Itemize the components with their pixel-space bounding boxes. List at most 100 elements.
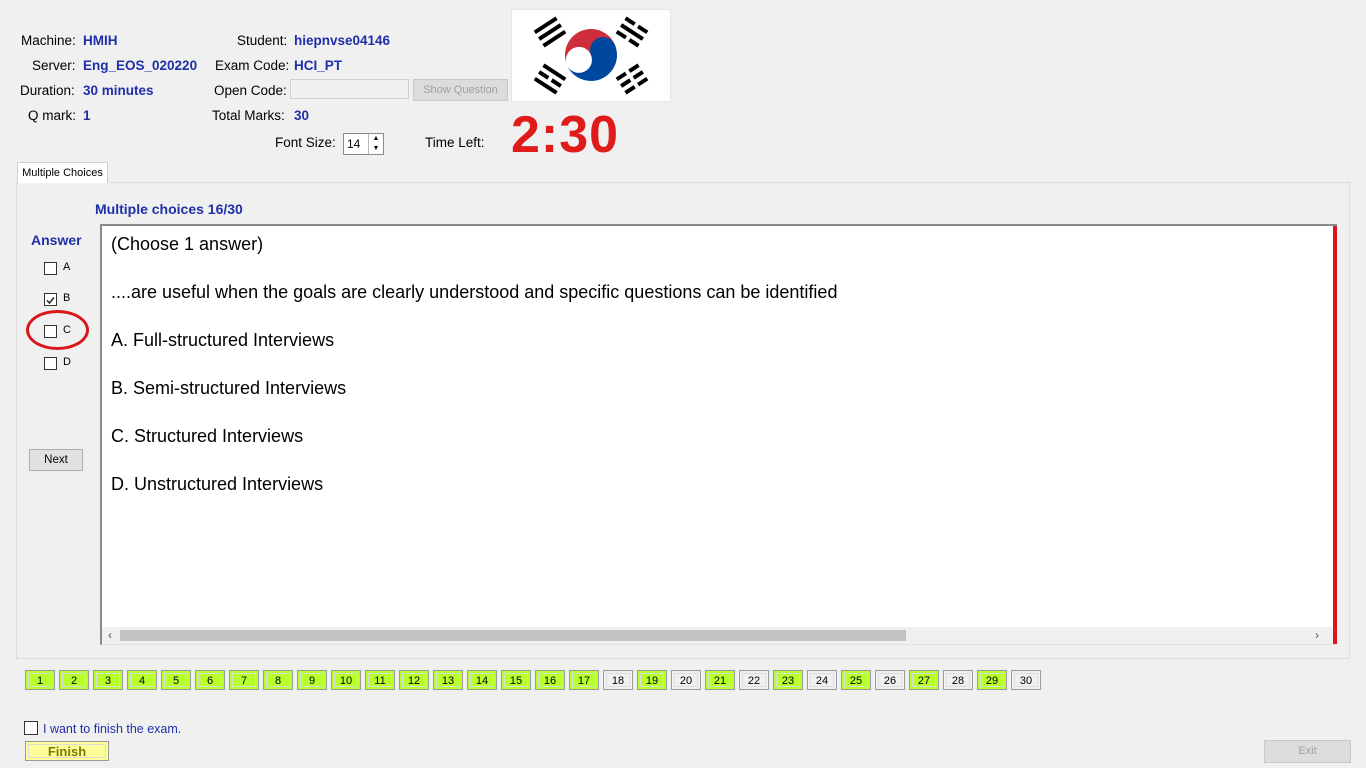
question-nav-button-14[interactable]: 14 — [467, 670, 497, 690]
horizontal-scrollbar[interactable]: ‹ › — [102, 627, 1333, 644]
question-nav-number: 3 — [96, 673, 120, 687]
student-value: hiepnvse04146 — [294, 33, 391, 48]
question-nav-number: 24 — [810, 673, 834, 687]
question-nav-button-22[interactable]: 22 — [739, 670, 769, 690]
question-nav-number: 4 — [130, 673, 154, 687]
finish-confirm-label: I want to finish the exam. — [43, 722, 182, 736]
totalmarks-value: 30 — [294, 108, 310, 123]
question-nav-button-7[interactable]: 7 — [229, 670, 259, 690]
question-nav-number: 21 — [708, 673, 732, 687]
machine-label: Machine: — [21, 33, 76, 48]
stepper-up-icon[interactable]: ▲ — [368, 134, 383, 144]
answer-label-d: D — [63, 356, 71, 368]
next-button[interactable]: Next — [29, 449, 83, 471]
exit-button[interactable]: Exit — [1264, 740, 1351, 763]
stepper-down-icon[interactable]: ▼ — [368, 144, 383, 154]
question-nav-button-9[interactable]: 9 — [297, 670, 327, 690]
finish-button[interactable]: Finish — [25, 741, 109, 761]
question-nav-button-1[interactable]: 1 — [25, 670, 55, 690]
question-nav-number: 28 — [946, 673, 970, 687]
question-nav-button-19[interactable]: 19 — [637, 670, 667, 690]
question-nav-number: 17 — [572, 673, 596, 687]
question-nav-button-10[interactable]: 10 — [331, 670, 361, 690]
question-nav-button-3[interactable]: 3 — [93, 670, 123, 690]
scrollbar-thumb[interactable] — [120, 630, 906, 641]
opencode-label: Open Code: — [214, 83, 287, 98]
question-nav-button-26[interactable]: 26 — [875, 670, 905, 690]
answer-title: Answer — [31, 232, 82, 248]
question-nav-number: 9 — [300, 673, 324, 687]
korean-flag-icon — [511, 9, 671, 102]
checkmark-icon — [46, 297, 55, 305]
question-nav-button-25[interactable]: 25 — [841, 670, 871, 690]
question-nav-number: 29 — [980, 673, 1004, 687]
question-nav-number: 27 — [912, 673, 936, 687]
examcode-label: Exam Code: — [215, 58, 290, 73]
question-nav-number: 26 — [878, 673, 902, 687]
question-nav-button-24[interactable]: 24 — [807, 670, 837, 690]
answer-checkbox-d[interactable] — [44, 357, 57, 370]
question-nav-number: 16 — [538, 673, 562, 687]
choice-a: A. Full-structured Interviews — [111, 330, 335, 350]
tab-multiple-choices[interactable]: Multiple Choices — [17, 162, 108, 183]
question-nav-button-2[interactable]: 2 — [59, 670, 89, 690]
question-nav-button-13[interactable]: 13 — [433, 670, 463, 690]
red-margin-line — [1333, 226, 1337, 644]
qmark-label: Q mark: — [28, 108, 77, 123]
choice-d: D. Unstructured Interviews — [111, 474, 324, 494]
question-nav-button-12[interactable]: 12 — [399, 670, 429, 690]
question-instruction: (Choose 1 answer) — [111, 234, 264, 254]
timeleft-label: Time Left: — [425, 135, 485, 150]
question-nav-button-4[interactable]: 4 — [127, 670, 157, 690]
question-nav-number: 30 — [1014, 673, 1038, 687]
scroll-left-icon[interactable]: ‹ — [102, 627, 118, 644]
question-nav-button-5[interactable]: 5 — [161, 670, 191, 690]
question-nav-button-11[interactable]: 11 — [365, 670, 395, 690]
question-nav-number: 2 — [62, 673, 86, 687]
question-nav-number: 12 — [402, 673, 426, 687]
question-nav-button-27[interactable]: 27 — [909, 670, 939, 690]
progress-label: Multiple choices 16/30 — [95, 201, 243, 217]
question-nav-button-8[interactable]: 8 — [263, 670, 293, 690]
question-nav-number: 22 — [742, 673, 766, 687]
question-nav-number: 7 — [232, 673, 256, 687]
question-nav-button-28[interactable]: 28 — [943, 670, 973, 690]
question-nav-button-18[interactable]: 18 — [603, 670, 633, 690]
student-label: Student: — [237, 33, 288, 48]
question-nav-number: 19 — [640, 673, 664, 687]
question-nav-button-30[interactable]: 30 — [1011, 670, 1041, 690]
question-nav-number: 25 — [844, 673, 868, 687]
question-nav-number: 1 — [28, 673, 52, 687]
question-nav-button-29[interactable]: 29 — [977, 670, 1007, 690]
question-nav-number: 8 — [266, 673, 290, 687]
fontsize-stepper[interactable]: 14 ▲ ▼ — [343, 133, 384, 155]
duration-label: Duration: — [20, 83, 75, 98]
examcode-value: HCI_PT — [294, 58, 343, 73]
finish-confirm-checkbox[interactable] — [24, 721, 38, 735]
question-nav-number: 6 — [198, 673, 222, 687]
machine-value: HMIH — [83, 33, 118, 48]
question-nav-button-17[interactable]: 17 — [569, 670, 599, 690]
question-nav-button-21[interactable]: 21 — [705, 670, 735, 690]
question-text-area[interactable]: (Choose 1 answer) ....are useful when th… — [100, 224, 1337, 645]
opencode-input[interactable] — [290, 79, 409, 99]
fontsize-label: Font Size: — [275, 135, 336, 150]
question-nav-number: 10 — [334, 673, 358, 687]
question-nav-number: 5 — [164, 673, 188, 687]
question-nav-button-6[interactable]: 6 — [195, 670, 225, 690]
finish-button-label: Finish — [28, 744, 106, 759]
question-nav-button-16[interactable]: 16 — [535, 670, 565, 690]
scroll-right-icon[interactable]: › — [1309, 627, 1325, 644]
server-label: Server: — [32, 58, 76, 73]
question-nav-number: 11 — [368, 673, 392, 687]
fontsize-value: 14 — [347, 137, 361, 151]
answer-checkbox-b[interactable] — [44, 293, 57, 306]
show-question-button[interactable]: Show Question — [413, 79, 508, 101]
choice-c: C. Structured Interviews — [111, 426, 304, 446]
duration-value: 30 minutes — [83, 83, 154, 98]
question-nav-button-23[interactable]: 23 — [773, 670, 803, 690]
red-circle-annotation — [26, 310, 89, 350]
answer-checkbox-a[interactable] — [44, 262, 57, 275]
question-nav-button-15[interactable]: 15 — [501, 670, 531, 690]
question-nav-button-20[interactable]: 20 — [671, 670, 701, 690]
